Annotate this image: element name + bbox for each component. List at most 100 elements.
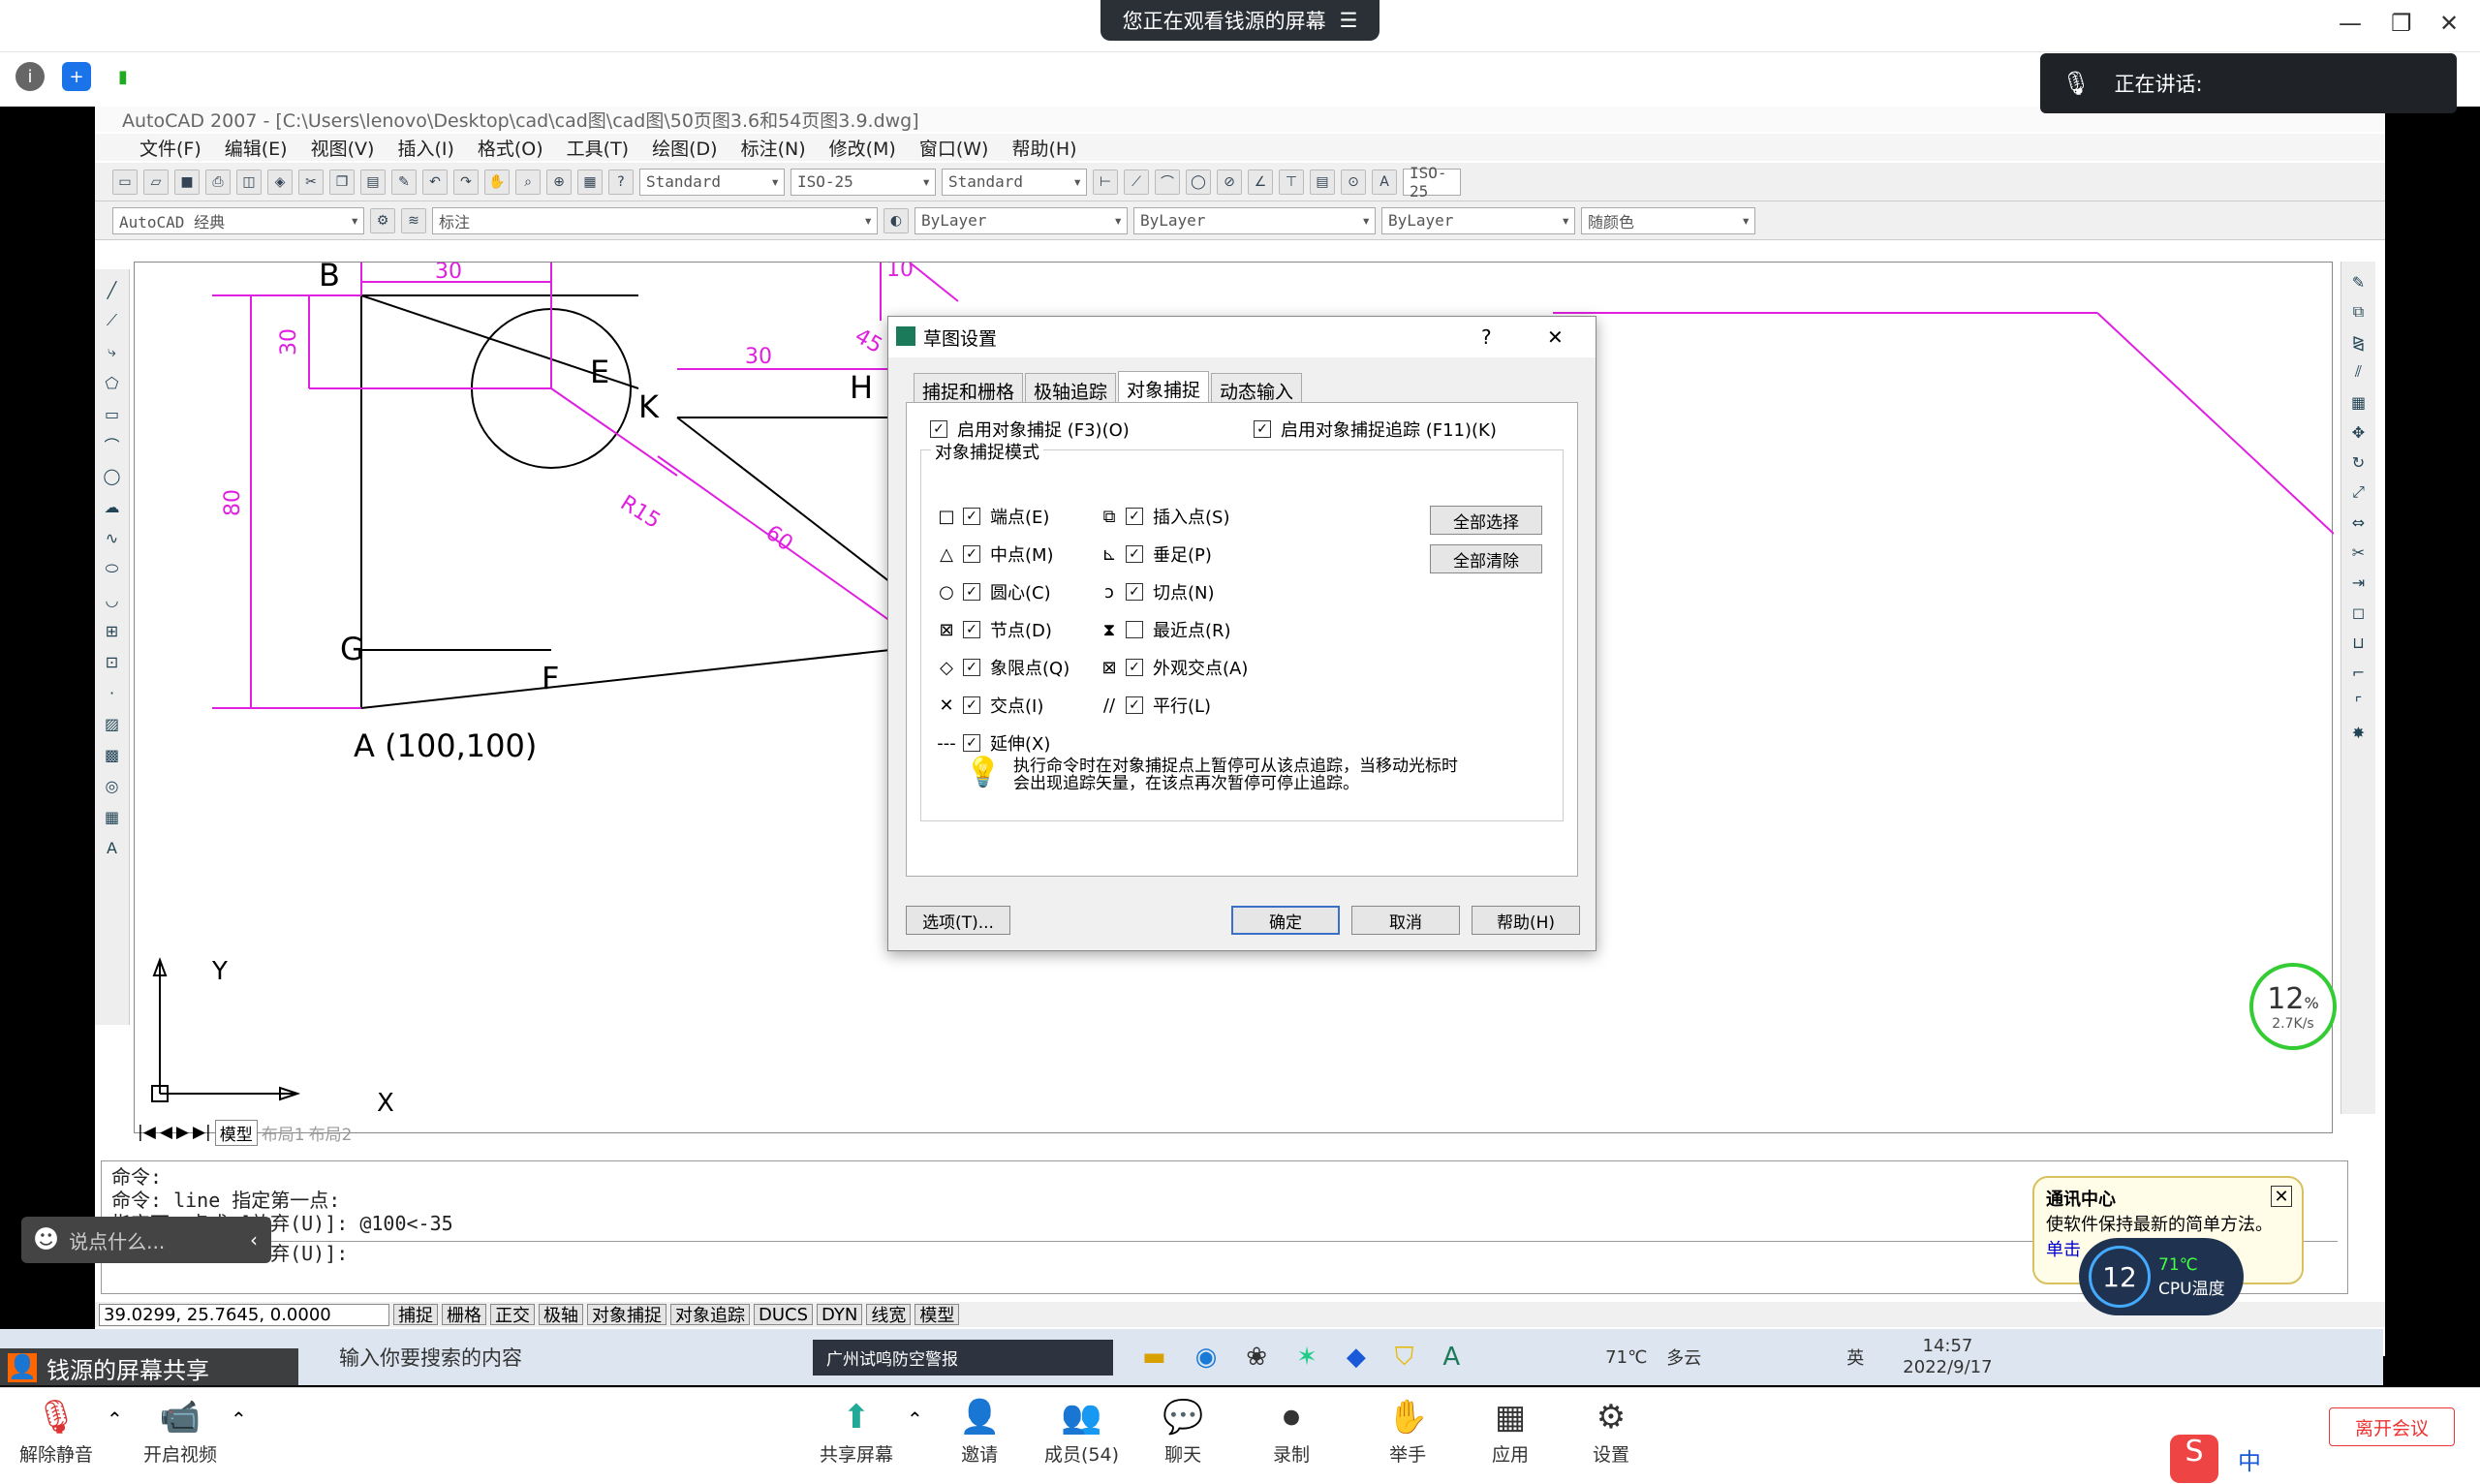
properties-icon[interactable]: ▦ (577, 169, 603, 195)
share-screen-button[interactable]: ⬆ 共享屏幕 (820, 1398, 893, 1467)
publish-icon[interactable]: ◈ (267, 169, 293, 195)
make-block-icon[interactable]: ⊡ (102, 651, 123, 672)
offset-icon[interactable]: ⫽ (2348, 361, 2370, 383)
sogou-ime-icon[interactable]: S (2170, 1435, 2218, 1483)
osnap-mode-checkbox[interactable]: ✓ (1126, 696, 1143, 714)
menu-window[interactable]: 窗口(W) (919, 135, 989, 161)
dim-style-select[interactable]: ISO-25 ▾ (790, 168, 936, 196)
info-icon[interactable]: i (16, 62, 45, 91)
menu-tools[interactable]: 工具(T) (567, 135, 629, 161)
linetype-select[interactable]: ByLayer ▾ (1133, 206, 1376, 234)
dim-diameter-icon[interactable]: ⊘ (1217, 169, 1242, 195)
workspace-settings-icon[interactable]: ⚙ (370, 207, 395, 233)
copy-icon[interactable]: ❐ (329, 169, 355, 195)
ellipse-icon[interactable]: ⬭ (102, 558, 123, 579)
tab-layout2[interactable]: 布局2 (309, 1121, 353, 1145)
line-icon[interactable]: ╱ (102, 279, 123, 300)
osnap-mode-checkbox[interactable]: ✓ (963, 583, 980, 601)
table-icon[interactable]: ▦ (102, 806, 123, 827)
osnap-mode-row[interactable]: --- ✓ 延伸(X) (936, 730, 1050, 756)
zoom-window-icon[interactable]: ⊕ (546, 169, 572, 195)
dim-style-right[interactable]: ISO-25 (1403, 164, 1461, 201)
dim-tolerance-icon[interactable]: ▤ (1310, 169, 1335, 195)
close-icon[interactable]: ✕ (2271, 1186, 2292, 1207)
menu-format[interactable]: 格式(O) (478, 135, 543, 161)
tab-osnap[interactable]: 对象捕捉 (1118, 371, 1210, 402)
rotate-icon[interactable]: ↻ (2348, 451, 2370, 473)
osnap-button[interactable]: 对象捕捉 (587, 1304, 666, 1326)
nav-prev-icon[interactable]: ◀ (160, 1123, 172, 1142)
preview-icon[interactable]: ◫ (236, 169, 262, 195)
osnap-mode-checkbox[interactable]: ✓ (963, 545, 980, 563)
dim-edit-icon[interactable]: A (1372, 169, 1397, 195)
move-icon[interactable]: ✥ (2348, 421, 2370, 443)
folder-icon[interactable]: ▬ (1142, 1343, 1166, 1372)
osnap-mode-checkbox[interactable]: ✓ (1126, 583, 1143, 601)
cpu-widget[interactable]: 12 71℃ CPU温度 (2079, 1238, 2244, 1315)
osnap-mode-checkbox[interactable]: ✓ (963, 508, 980, 525)
members-button[interactable]: 👥 成员(54) (1044, 1398, 1119, 1467)
gradient-icon[interactable]: ▩ (102, 744, 123, 765)
arc-icon[interactable]: ⌒ (102, 434, 123, 455)
otrack-button[interactable]: 对象追踪 (670, 1304, 750, 1326)
snap-button[interactable]: 捕捉 (393, 1304, 438, 1326)
ellipse-arc-icon[interactable]: ◡ (102, 589, 123, 610)
chevron-up-icon[interactable]: ⌃ (231, 1407, 247, 1431)
osnap-mode-checkbox[interactable]: ✓ (963, 696, 980, 714)
osnap-mode-row[interactable]: ◇ ✓ 象限点(Q) (936, 655, 1070, 680)
spline-icon[interactable]: ∿ (102, 527, 123, 548)
osnap-mode-row[interactable]: ✕ ✓ 交点(I) (936, 693, 1043, 718)
stretch-icon[interactable]: ⇔ (2348, 511, 2370, 533)
signal-icon[interactable]: ▮ (108, 62, 138, 91)
help-icon[interactable]: ? (608, 169, 634, 195)
revcloud-icon[interactable]: ☁ (102, 496, 123, 517)
enable-tracking-checkbox[interactable]: ✓ (1254, 420, 1271, 438)
break-icon[interactable]: ◻ (2348, 602, 2370, 623)
open-icon[interactable]: ▱ (143, 169, 169, 195)
unmute-button[interactable]: 🎙 解除静音 (19, 1398, 93, 1467)
menu-help[interactable]: 帮助(H) (1011, 135, 1076, 161)
mirror-icon[interactable]: ⧎ (2348, 331, 2370, 353)
dim-angle-icon[interactable]: ∠ (1248, 169, 1273, 195)
ok-button[interactable]: 确定 (1231, 906, 1340, 935)
osnap-mode-row[interactable]: ⊠ ✓ 外观交点(A) (1099, 655, 1248, 680)
workspace-select[interactable]: AutoCAD 经典 ▾ (112, 206, 364, 234)
enable-osnap-checkbox[interactable]: ✓ (930, 420, 947, 438)
osnap-mode-row[interactable]: ○ ✓ 圆心(C) (936, 579, 1050, 604)
erase-icon[interactable]: ✎ (2348, 271, 2370, 293)
apps-button[interactable]: ▦ 应用 (1492, 1398, 1529, 1467)
tab-model[interactable]: 模型 (214, 1119, 258, 1146)
tab-layout1[interactable]: 布局1 (262, 1121, 305, 1145)
insert-block-icon[interactable]: ⊞ (102, 620, 123, 641)
command-prompt[interactable]: 指定下一点或 [放弃(U)]: (111, 1241, 2338, 1265)
cancel-button[interactable]: 取消 (1351, 906, 1460, 935)
options-button[interactable]: 选项(T)... (906, 906, 1010, 935)
help-button[interactable]: 帮助(H) (1472, 906, 1580, 935)
polyline-icon[interactable]: ⤷ (102, 341, 123, 362)
model-button[interactable]: 模型 (914, 1304, 960, 1326)
edge-icon[interactable]: ◉ (1195, 1343, 1218, 1372)
chevron-left-icon[interactable]: ‹ (250, 1228, 258, 1252)
pan-icon[interactable]: ✋ (484, 169, 510, 195)
osnap-mode-row[interactable]: ↄ ✓ 切点(N) (1099, 579, 1214, 604)
clear-all-button[interactable]: 全部清除 (1430, 544, 1542, 573)
chamfer-icon[interactable]: ⌐ (2348, 662, 2370, 683)
minimize-icon[interactable]: — (2339, 10, 2362, 37)
osnap-mode-checkbox[interactable]: ✓ (1126, 508, 1143, 525)
dim-center-icon[interactable]: ⊙ (1341, 169, 1366, 195)
lineweight-button[interactable]: 线宽 (866, 1304, 912, 1326)
select-all-button[interactable]: 全部选择 (1430, 506, 1542, 535)
osnap-mode-row[interactable]: △ ✓ 中点(M) (936, 541, 1054, 567)
array-icon[interactable]: ▦ (2348, 391, 2370, 413)
chat-button[interactable]: 💬 聊天 (1162, 1398, 1203, 1467)
print-icon[interactable]: ⎙ (205, 169, 231, 195)
menu-view[interactable]: 视图(V) (311, 135, 375, 161)
trim-icon[interactable]: ✂ (2348, 541, 2370, 563)
ducs-button[interactable]: DUCS (754, 1304, 814, 1325)
menu-icon[interactable]: ☰ (1340, 9, 1358, 32)
mtext-icon[interactable]: A (102, 837, 123, 858)
color-select[interactable]: ByLayer ▾ (914, 206, 1128, 234)
chevron-up-icon[interactable]: ⌃ (907, 1407, 923, 1431)
join-icon[interactable]: ⊔ (2348, 632, 2370, 653)
lineweight-select[interactable]: ByLayer ▾ (1381, 206, 1575, 234)
